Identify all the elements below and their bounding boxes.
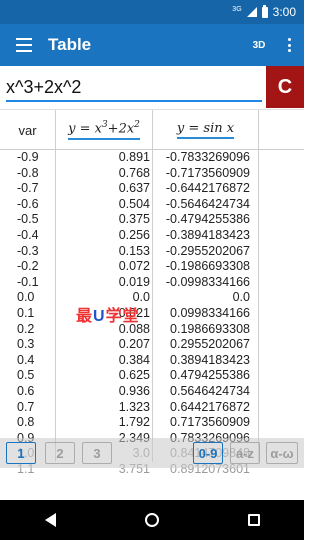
var-cell[interactable]: -0.3 bbox=[17, 244, 39, 260]
f-column-header[interactable]: y = x3+2x2 bbox=[56, 110, 152, 150]
f-cell[interactable]: 0.936 bbox=[119, 384, 150, 400]
g-cell[interactable]: -0.3894183423 bbox=[166, 228, 250, 244]
table-row: -0.5 0.375 -0.4794255386 bbox=[0, 212, 304, 228]
key-3[interactable]: 3 bbox=[82, 442, 112, 464]
g-cell[interactable]: -0.1986693308 bbox=[166, 259, 250, 275]
app-bar: Table 3D bbox=[0, 24, 304, 66]
g-column-header[interactable]: y = sin x bbox=[153, 110, 258, 150]
overflow-menu-icon[interactable] bbox=[274, 24, 304, 66]
g-cell[interactable]: 0.4794255386 bbox=[170, 368, 250, 384]
var-cell[interactable]: 0.4 bbox=[17, 353, 34, 369]
var-cell[interactable]: 0.1 bbox=[17, 306, 34, 322]
g-cell[interactable]: -0.2955202067 bbox=[166, 244, 250, 260]
table-row: 0.5 0.625 0.4794255386 bbox=[0, 368, 304, 384]
recent-apps-icon[interactable] bbox=[247, 514, 260, 526]
table-row: -0.9 0.891 -0.7833269096 bbox=[0, 150, 304, 166]
f-cell[interactable]: 0.625 bbox=[119, 368, 150, 384]
home-icon[interactable] bbox=[144, 513, 159, 527]
signal-type: 3G bbox=[232, 5, 242, 13]
var-column-header: var bbox=[18, 122, 37, 138]
status-bar: 3G 3:00 bbox=[0, 0, 304, 24]
g-cell[interactable]: 0.2955202067 bbox=[170, 337, 250, 353]
keypad-bar: 1 2 3 0-9 a-z α-ω bbox=[0, 438, 304, 468]
var-cell[interactable]: -0.2 bbox=[17, 259, 39, 275]
table-row: 0.6 0.936 0.5646424734 bbox=[0, 384, 304, 400]
g-cell[interactable]: -0.5646424734 bbox=[166, 197, 250, 213]
var-cell[interactable]: 0.5 bbox=[17, 368, 34, 384]
var-cell[interactable]: -0.8 bbox=[17, 166, 39, 182]
var-cell[interactable]: 0.0 bbox=[17, 290, 34, 306]
f-cell[interactable]: 1.323 bbox=[119, 400, 150, 416]
var-cell[interactable]: -0.5 bbox=[17, 212, 39, 228]
table-row: -0.8 0.768 -0.7173560909 bbox=[0, 166, 304, 182]
var-cell[interactable]: 0.3 bbox=[17, 337, 34, 353]
g-cell[interactable]: 0.0998334166 bbox=[170, 306, 250, 322]
g-cell[interactable]: 0.3894183423 bbox=[170, 353, 250, 369]
signal-icon bbox=[246, 7, 257, 17]
var-cell[interactable]: -0.9 bbox=[17, 150, 39, 166]
g-cell[interactable]: -0.7833269096 bbox=[166, 150, 250, 166]
menu-icon[interactable] bbox=[0, 24, 48, 66]
table-row: 0.2 0.088 0.1986693308 bbox=[0, 322, 304, 338]
g-cell[interactable]: 0.7173560909 bbox=[170, 415, 250, 431]
var-cell[interactable]: 0.6 bbox=[17, 384, 34, 400]
g-cell[interactable]: -0.0998334166 bbox=[166, 275, 250, 291]
clear-button[interactable]: C bbox=[266, 66, 304, 108]
g-cell[interactable]: 0.5646424734 bbox=[170, 384, 250, 400]
3d-button[interactable]: 3D bbox=[244, 40, 274, 51]
table-row: 0.7 1.323 0.6442176872 bbox=[0, 400, 304, 416]
table-row: -0.6 0.504 -0.5646424734 bbox=[0, 197, 304, 213]
table-row: 0.1 0.021 0.0998334166 bbox=[0, 306, 304, 322]
f-cell[interactable]: 0.256 bbox=[119, 228, 150, 244]
table-row: 0.0 0.0 0.0 bbox=[0, 290, 304, 306]
table-row: -0.1 0.019 -0.0998334166 bbox=[0, 275, 304, 291]
var-cell[interactable]: -0.6 bbox=[17, 197, 39, 213]
table-row: 0.8 1.792 0.7173560909 bbox=[0, 415, 304, 431]
f-cell[interactable]: 0.207 bbox=[119, 337, 150, 353]
f-cell[interactable]: 0.072 bbox=[119, 259, 150, 275]
f-cell[interactable]: 0.504 bbox=[119, 197, 150, 213]
formula-bar: x^3+2x^2 C bbox=[0, 66, 304, 110]
key-letters[interactable]: a-z bbox=[230, 442, 260, 464]
var-cell[interactable]: -0.1 bbox=[17, 275, 39, 291]
table-row: -0.3 0.153 -0.2955202067 bbox=[0, 244, 304, 260]
table-row: 0.3 0.207 0.2955202067 bbox=[0, 337, 304, 353]
table-body: -0.9 0.891 -0.7833269096 -0.8 0.768 -0.717356… bbox=[0, 150, 304, 477]
key-greek[interactable]: α-ω bbox=[266, 442, 298, 464]
g-cell[interactable]: 0.0 bbox=[233, 290, 250, 306]
f-cell[interactable]: 0.637 bbox=[119, 181, 150, 197]
battery-icon bbox=[261, 4, 268, 18]
f-cell[interactable]: 0.375 bbox=[119, 212, 150, 228]
table-row: -0.7 0.637 -0.6442176872 bbox=[0, 181, 304, 197]
f-cell[interactable]: 0.768 bbox=[119, 166, 150, 182]
table-row: -0.4 0.256 -0.3894183423 bbox=[0, 228, 304, 244]
table-row: 0.4 0.384 0.3894183423 bbox=[0, 353, 304, 369]
f-cell[interactable]: 0.891 bbox=[119, 150, 150, 166]
table-row: -0.2 0.072 -0.1986693308 bbox=[0, 259, 304, 275]
g-cell[interactable]: -0.7173560909 bbox=[166, 166, 250, 182]
back-icon[interactable] bbox=[44, 513, 56, 527]
clock: 3:00 bbox=[272, 5, 296, 19]
f-cell[interactable]: 0.019 bbox=[119, 275, 150, 291]
key-2[interactable]: 2 bbox=[45, 442, 75, 464]
f-cell[interactable]: 0.153 bbox=[119, 244, 150, 260]
var-cell[interactable]: -0.7 bbox=[17, 181, 39, 197]
g-cell[interactable]: -0.4794255386 bbox=[166, 212, 250, 228]
f-cell[interactable]: 1.792 bbox=[119, 415, 150, 431]
nav-bar bbox=[0, 500, 304, 540]
f-cell[interactable]: 0.384 bbox=[119, 353, 150, 369]
var-cell[interactable]: 0.7 bbox=[17, 400, 34, 416]
watermark-logo: 最U学堂 bbox=[76, 308, 140, 325]
var-cell[interactable]: 0.2 bbox=[17, 322, 34, 338]
var-cell[interactable]: 0.8 bbox=[17, 415, 34, 431]
g-cell[interactable]: 0.1986693308 bbox=[170, 322, 250, 338]
g-cell[interactable]: 0.6442176872 bbox=[170, 400, 250, 416]
formula-input[interactable]: x^3+2x^2 bbox=[6, 76, 262, 102]
key-1[interactable]: 1 bbox=[6, 442, 36, 464]
page-title: Table bbox=[48, 35, 92, 54]
var-cell[interactable]: -0.4 bbox=[17, 228, 39, 244]
key-digits[interactable]: 0-9 bbox=[193, 442, 223, 464]
g-cell[interactable]: -0.6442176872 bbox=[166, 181, 250, 197]
